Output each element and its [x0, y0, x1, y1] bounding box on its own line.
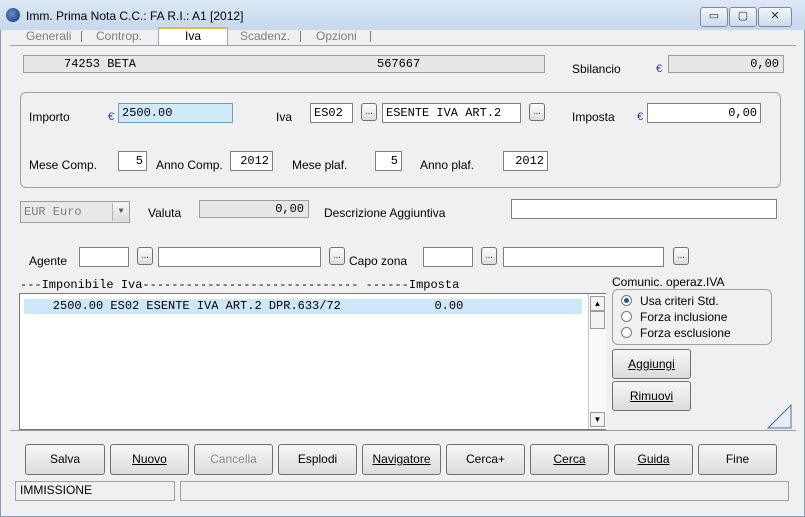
- maximize-icon[interactable]: ▢: [729, 7, 757, 27]
- tab-separator: [370, 31, 371, 42]
- anno-comp-input[interactable]: 2012: [230, 151, 273, 171]
- iva-lookup-button[interactable]: ...: [361, 103, 377, 121]
- importo-label: Importo: [29, 110, 70, 124]
- salva-button[interactable]: Salva: [25, 444, 105, 475]
- nuovo-button[interactable]: Nuovo: [110, 444, 189, 475]
- tab-scadenz[interactable]: Scadenz.: [240, 29, 290, 44]
- vat-lines-list[interactable]: 2500.00 ES02 ESENTE IVA ART.2 DPR.633/72…: [19, 293, 606, 430]
- comunic-label: Comunic. operaz.IVA: [612, 275, 725, 289]
- cerca-button[interactable]: Cerca: [530, 444, 609, 475]
- euro-icon: €: [108, 111, 115, 123]
- iva-code-input[interactable]: ES02: [310, 103, 353, 123]
- tab-iva[interactable]: Iva: [158, 27, 228, 46]
- tab-controp[interactable]: Controp.: [96, 29, 142, 44]
- tab-opzioni[interactable]: Opzioni: [316, 29, 357, 44]
- agente-code-input[interactable]: [79, 247, 129, 267]
- agente-label: Agente: [29, 254, 68, 268]
- header-field: 74253 BETA 567667: [23, 55, 545, 73]
- tab-generali[interactable]: Generali: [26, 29, 71, 44]
- imposta-label: Imposta: [572, 110, 615, 124]
- fine-button[interactable]: Fine: [698, 444, 777, 475]
- guida-button[interactable]: Guida: [614, 444, 693, 475]
- mese-comp-label: Mese Comp.: [29, 158, 98, 172]
- radio-usa-criteri-label[interactable]: Usa criteri Std.: [640, 294, 719, 308]
- capo-zona-label: Capo zona: [349, 254, 408, 268]
- tab-separator: [81, 31, 82, 42]
- anno-comp-label: Anno Comp.: [156, 158, 223, 172]
- resize-grip-icon[interactable]: [767, 404, 792, 429]
- iva-label: Iva: [276, 110, 293, 124]
- agente-lookup-button[interactable]: ...: [137, 247, 153, 265]
- tab-bar: Generali Controp. Iva Scadenz. Opzioni: [10, 27, 790, 46]
- radio-forza-esclusione-label[interactable]: Forza esclusione: [640, 326, 731, 340]
- list-item[interactable]: 2500.00 ES02 ESENTE IVA ART.2 DPR.633/72…: [24, 299, 582, 314]
- valuta-label: Valuta: [148, 206, 182, 220]
- status-message: [180, 481, 789, 501]
- imposta-input[interactable]: 0,00: [647, 103, 761, 123]
- window-title: Imm. Prima Nota C.C.: FA R.I.: A1 [2012]: [26, 9, 244, 23]
- currency-selected: EUR Euro: [24, 205, 82, 219]
- euro-icon: €: [637, 111, 644, 123]
- agente-name-lookup-button[interactable]: ...: [329, 247, 345, 265]
- header-code: 74253 BETA: [64, 57, 137, 71]
- mese-plaf-input[interactable]: 5: [375, 151, 402, 171]
- chevron-down-icon[interactable]: ▼: [112, 203, 129, 221]
- status-mode: IMMISSIONE: [15, 481, 175, 501]
- app-icon: [6, 8, 20, 22]
- esplodi-button[interactable]: Esplodi: [278, 444, 357, 475]
- mese-plaf-label: Mese plaf.: [292, 158, 348, 172]
- radio-usa-criteri[interactable]: [621, 295, 632, 306]
- capo-zona-code-input[interactable]: [423, 247, 473, 267]
- radio-forza-inclusione[interactable]: [621, 311, 632, 322]
- iva-description-field[interactable]: ESENTE IVA ART.2: [382, 103, 521, 123]
- close-icon[interactable]: ✕: [758, 7, 792, 27]
- rimuovi-button[interactable]: Rimuovi: [612, 381, 691, 411]
- agente-name-field[interactable]: [158, 247, 321, 267]
- capo-zona-name-lookup-button[interactable]: ...: [673, 247, 689, 265]
- scroll-up-icon[interactable]: ▲: [590, 296, 605, 311]
- currency-select[interactable]: EUR Euro ▼: [20, 201, 130, 223]
- cancella-button[interactable]: Cancella: [194, 444, 273, 475]
- sbilancio-label: Sbilancio: [572, 62, 621, 76]
- anno-plaf-input[interactable]: 2012: [503, 151, 548, 171]
- tab-divider: [10, 45, 796, 46]
- aggiungi-button[interactable]: Aggiungi: [612, 349, 691, 379]
- valuta-value: 0,00: [199, 200, 309, 218]
- capo-zona-name-field[interactable]: [503, 247, 664, 267]
- radio-forza-inclusione-label[interactable]: Forza inclusione: [640, 310, 727, 324]
- anno-plaf-label: Anno plaf.: [420, 158, 475, 172]
- euro-icon: €: [656, 63, 663, 75]
- descrizione-aggiuntiva-label: Descrizione Aggiuntiva: [324, 206, 446, 220]
- cerca-plus-button[interactable]: Cerca+: [446, 444, 525, 475]
- scroll-thumb[interactable]: [590, 311, 605, 329]
- tab-separator: [300, 31, 301, 42]
- navigatore-button[interactable]: Navigatore: [362, 444, 441, 475]
- minimize-icon[interactable]: ▭: [700, 7, 728, 27]
- button-panel-divider: [10, 430, 796, 431]
- importo-input[interactable]: 2500.00: [118, 103, 233, 123]
- sbilancio-value: 0,00: [668, 55, 784, 73]
- descrizione-aggiuntiva-input[interactable]: [511, 199, 777, 219]
- mese-comp-input[interactable]: 5: [118, 151, 147, 171]
- radio-forza-esclusione[interactable]: [621, 327, 632, 338]
- list-scrollbar[interactable]: ▲ ▼: [588, 294, 606, 429]
- capo-zona-lookup-button[interactable]: ...: [481, 247, 497, 265]
- header-number: 567667: [377, 57, 421, 71]
- list-header: ---Imponibile Iva-----------------------…: [20, 278, 460, 292]
- scroll-down-icon[interactable]: ▼: [590, 412, 605, 427]
- iva-desc-lookup-button[interactable]: ...: [529, 103, 545, 121]
